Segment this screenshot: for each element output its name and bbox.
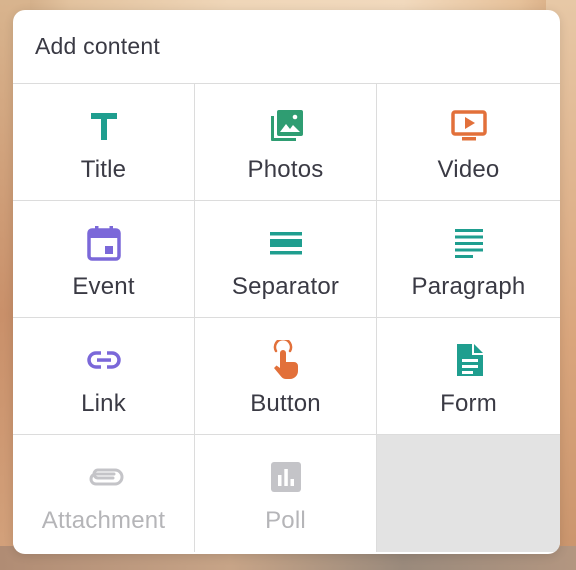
poll-chart-icon — [266, 457, 306, 497]
photo-library-icon — [266, 106, 306, 146]
option-label: Separator — [231, 273, 340, 300]
option-label: Photos — [247, 156, 324, 183]
add-form-option[interactable]: Form — [377, 318, 560, 435]
add-event-option[interactable]: Event — [13, 201, 195, 318]
separator-icon — [266, 223, 306, 263]
add-title-option[interactable]: Title — [13, 84, 195, 201]
link-icon — [84, 340, 124, 380]
add-poll-option[interactable]: Poll — [195, 435, 377, 552]
calendar-icon — [84, 223, 124, 263]
video-play-icon — [449, 106, 489, 146]
content-type-grid: Title Photos Video Event Separator Parag… — [13, 84, 560, 552]
add-separator-option[interactable]: Separator — [195, 201, 377, 318]
option-label: Poll — [265, 507, 306, 534]
add-link-option[interactable]: Link — [13, 318, 195, 435]
option-label: Attachment — [41, 507, 166, 534]
add-content-panel: Add content Title Photos Video Event Sep… — [13, 10, 560, 554]
empty-grid-cell — [377, 435, 560, 552]
add-photos-option[interactable]: Photos — [195, 84, 377, 201]
add-video-option[interactable]: Video — [377, 84, 560, 201]
add-attachment-option[interactable]: Attachment — [13, 435, 195, 552]
option-label: Button — [250, 390, 321, 417]
option-label: Link — [81, 390, 126, 417]
option-label: Paragraph — [411, 273, 526, 300]
option-label: Title — [80, 156, 127, 183]
option-label: Video — [437, 156, 500, 183]
paperclip-icon — [84, 457, 124, 497]
form-document-icon — [449, 340, 489, 380]
text-title-icon — [84, 106, 124, 146]
add-paragraph-option[interactable]: Paragraph — [377, 201, 560, 318]
panel-title: Add content — [35, 33, 160, 59]
panel-header: Add content — [13, 10, 560, 84]
tap-hand-icon — [266, 340, 306, 380]
option-label: Form — [440, 390, 497, 417]
add-button-option[interactable]: Button — [195, 318, 377, 435]
paragraph-lines-icon — [449, 223, 489, 263]
option-label: Event — [72, 273, 135, 300]
